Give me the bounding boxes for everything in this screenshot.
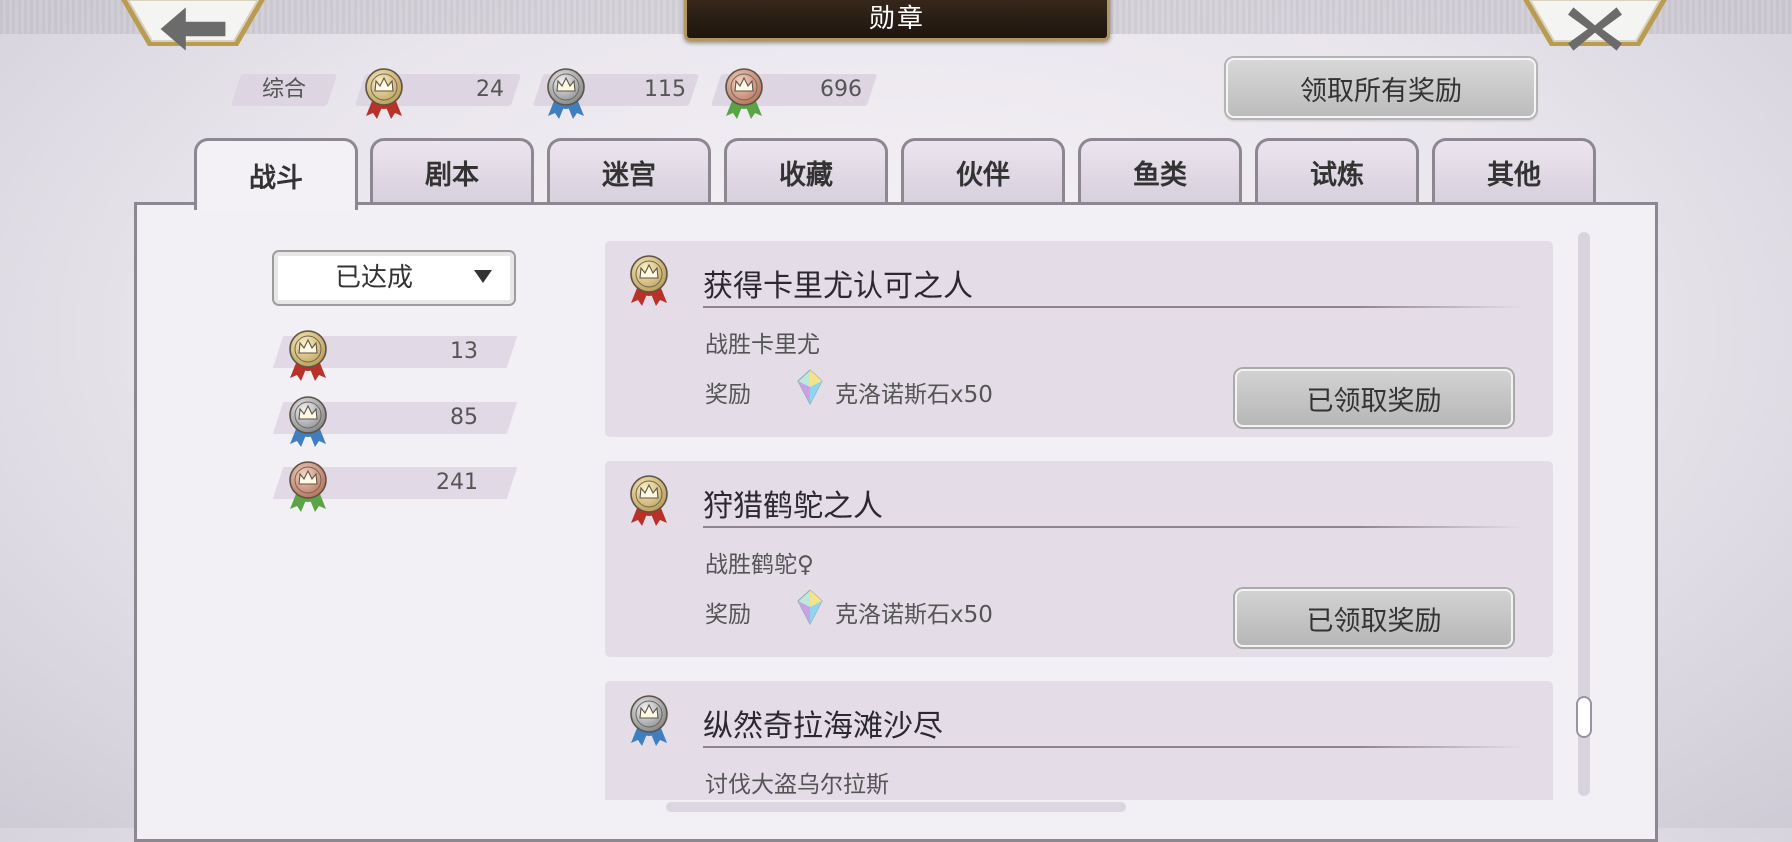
bronze-total-count: 696: [820, 77, 862, 102]
claim-all-rewards-button[interactable]: 领取所有奖励: [1226, 58, 1536, 118]
achievement-description: 战胜鹤鸵♀: [705, 552, 814, 578]
silver-medal-icon: [625, 693, 673, 747]
filter-selected-value: 已达成: [334, 263, 413, 293]
silver-medal-icon: [542, 66, 590, 120]
chronos-stone-icon: [797, 369, 823, 405]
back-button[interactable]: [118, 0, 268, 51]
title-divider: [703, 746, 1523, 748]
status-filter-dropdown[interactable]: 已达成: [272, 250, 516, 306]
tab-story[interactable]: 剧本: [370, 138, 534, 204]
achievement-title: 纵然奇拉海滩沙尽: [703, 709, 943, 744]
tab-collection[interactable]: 收藏: [724, 138, 888, 204]
tab-other[interactable]: 其他: [1432, 138, 1596, 204]
reward-item: 克洛诺斯石x50: [835, 602, 993, 628]
gold-medal-icon: [360, 66, 408, 120]
chronos-stone-icon: [797, 589, 823, 625]
horizontal-scrollbar[interactable]: [666, 802, 1126, 812]
summary-label: 综合: [262, 77, 307, 102]
gold-total-count: 24: [476, 77, 504, 102]
title-divider: [703, 306, 1523, 308]
caret-down-icon: [474, 270, 492, 283]
achievement-list[interactable]: 获得卡里尤认可之人 战胜卡里尤 奖励 克洛诺斯石x50 已领取奖励 狩猎鹤鸵之人…: [600, 238, 1560, 800]
bronze-category-count: 241: [436, 470, 478, 495]
tab-fish[interactable]: 鱼类: [1078, 138, 1242, 204]
bronze-medal-icon: [720, 66, 768, 120]
tab-companion[interactable]: 伙伴: [901, 138, 1065, 204]
close-button[interactable]: [1520, 0, 1670, 51]
gold-medal-icon: [625, 473, 673, 527]
bronze-medal-icon: [284, 459, 332, 513]
reward-claimed-button[interactable]: 已领取奖励: [1235, 589, 1513, 647]
page-title: 勋章: [868, 3, 925, 34]
silver-category-count: 85: [450, 405, 478, 430]
close-icon: [1520, 2, 1670, 56]
arrow-left-icon: [118, 2, 268, 56]
achievement-description: 讨伐大盗乌尔拉斯: [705, 772, 889, 798]
reward-label: 奖励: [705, 602, 751, 628]
reward-claimed-button[interactable]: 已领取奖励: [1235, 369, 1513, 427]
gold-medal-icon: [284, 328, 332, 382]
achievement-description: 战胜卡里尤: [705, 332, 820, 358]
achievement-title: 获得卡里尤认可之人: [703, 269, 973, 304]
silver-medal-icon: [284, 394, 332, 448]
reward-label: 奖励: [705, 382, 751, 408]
achievement-card: 狩猎鹤鸵之人 战胜鹤鸵♀ 奖励 克洛诺斯石x50 已领取奖励: [605, 461, 1553, 657]
reward-item: 克洛诺斯石x50: [835, 382, 993, 408]
silver-total-count: 115: [644, 77, 686, 102]
gold-category-count: 13: [450, 339, 478, 364]
gold-medal-icon: [625, 253, 673, 307]
vertical-scrollbar-thumb[interactable]: [1576, 696, 1592, 738]
tab-trial[interactable]: 试炼: [1255, 138, 1419, 204]
achievement-title: 狩猎鹤鸵之人: [703, 489, 883, 524]
title-divider: [703, 526, 1523, 528]
tab-dungeon[interactable]: 迷宫: [547, 138, 711, 204]
tab-battle[interactable]: 战斗: [194, 138, 358, 210]
achievement-card: 获得卡里尤认可之人 战胜卡里尤 奖励 克洛诺斯石x50 已领取奖励: [605, 241, 1553, 437]
achievement-card: 纵然奇拉海滩沙尽 讨伐大盗乌尔拉斯: [605, 681, 1553, 800]
title-plate: 勋章: [684, 0, 1110, 41]
